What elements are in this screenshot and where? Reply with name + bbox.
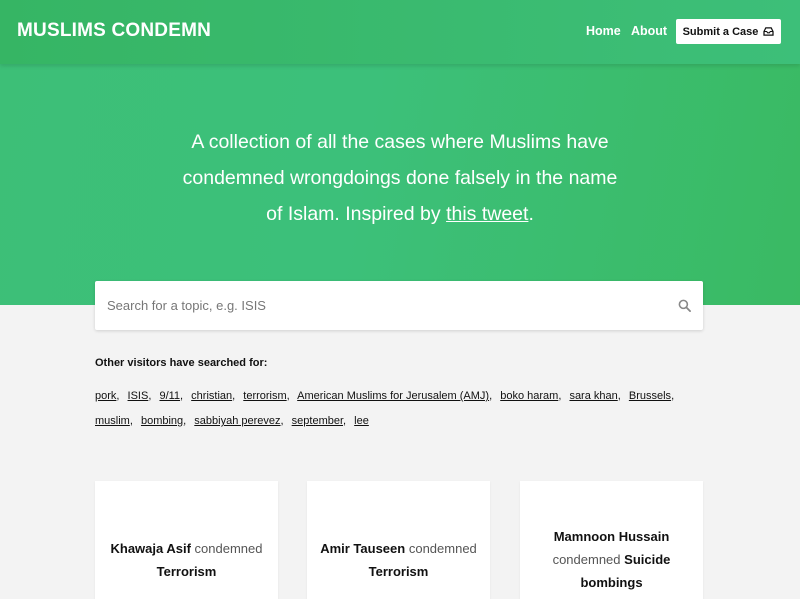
search-tag-link[interactable]: muslim bbox=[95, 415, 130, 427]
search-tag-link[interactable]: sabbiyah perevez bbox=[194, 415, 280, 427]
tag-separator: , bbox=[343, 415, 347, 427]
tag-separator: , bbox=[116, 390, 120, 402]
navbar: MUSLIMS CONDEMN Home About Submit a Case bbox=[0, 0, 800, 64]
brand-logo[interactable]: MUSLIMS CONDEMN bbox=[17, 20, 211, 42]
search-input[interactable] bbox=[95, 281, 655, 330]
tag-separator: , bbox=[232, 390, 236, 402]
tag-separator: , bbox=[183, 415, 187, 427]
search-tag-link[interactable]: september bbox=[292, 415, 343, 427]
case-person: Mamnoon Hussain bbox=[553, 529, 670, 544]
case-card[interactable]: Amir Tauseen condemned Terrorism bbox=[307, 481, 490, 599]
tagline-text: A collection of all the cases where Musl… bbox=[182, 131, 618, 225]
search-tag-link[interactable]: 9/11 bbox=[159, 390, 180, 402]
search-tag-link[interactable]: boko haram bbox=[500, 390, 558, 402]
case-card-content: Khawaja Asif condemned Terrorism bbox=[103, 537, 270, 583]
tag-separator: , bbox=[180, 390, 184, 402]
tag-separator: , bbox=[129, 415, 133, 427]
case-card[interactable]: Mamnoon Hussain condemned Suicide bombin… bbox=[520, 481, 703, 599]
search-tag-link[interactable]: sara khan bbox=[569, 390, 617, 402]
search-tag-link[interactable]: ISIS bbox=[128, 390, 149, 402]
tag-separator: , bbox=[148, 390, 152, 402]
tag-separator: , bbox=[286, 390, 290, 402]
other-searches-label: Other visitors have searched for: bbox=[95, 357, 268, 369]
search-tag-link[interactable]: American Muslims for Jerusalem (AMJ) bbox=[297, 390, 489, 402]
search-box bbox=[95, 281, 703, 330]
case-verb: condemned bbox=[408, 541, 477, 556]
case-topic: Terrorism bbox=[368, 564, 429, 579]
case-person: Amir Tauseen bbox=[320, 541, 406, 556]
search-tag-link[interactable]: Brussels bbox=[629, 390, 671, 402]
submit-case-label: Submit a Case bbox=[682, 25, 759, 38]
tag-separator: , bbox=[558, 390, 562, 402]
search-tag-link[interactable]: pork bbox=[95, 390, 116, 402]
tag-separator: , bbox=[671, 390, 675, 402]
other-searches-tags: pork, ISIS, 9/11, christian, terrorism, … bbox=[95, 384, 715, 434]
search-tag-link[interactable]: christian bbox=[191, 390, 232, 402]
tagline-end: . bbox=[528, 203, 534, 225]
search-icon[interactable] bbox=[678, 299, 691, 312]
tag-separator: , bbox=[617, 390, 621, 402]
case-card[interactable]: Khawaja Asif condemned Terrorism bbox=[95, 481, 278, 599]
case-person: Khawaja Asif bbox=[110, 541, 191, 556]
tag-separator: , bbox=[280, 415, 284, 427]
hero-tagline: A collection of all the cases where Musl… bbox=[180, 124, 620, 232]
case-topic: Terrorism bbox=[156, 564, 217, 579]
tag-separator: , bbox=[489, 390, 493, 402]
case-verb: condemned bbox=[552, 552, 621, 567]
case-card-content: Amir Tauseen condemned Terrorism bbox=[315, 537, 482, 583]
case-verb: condemned bbox=[194, 541, 263, 556]
nav-home-link[interactable]: Home bbox=[586, 24, 621, 38]
submit-case-button[interactable]: Submit a Case bbox=[676, 19, 781, 44]
search-tag-link[interactable]: bombing bbox=[141, 415, 183, 427]
search-tag-link[interactable]: terrorism bbox=[243, 390, 286, 402]
nav-about-link[interactable]: About bbox=[631, 24, 667, 38]
this-tweet-link[interactable]: this tweet bbox=[446, 203, 528, 225]
case-card-content: Mamnoon Hussain condemned Suicide bombin… bbox=[528, 525, 695, 594]
search-tag-link[interactable]: lee bbox=[354, 415, 369, 427]
inbox-icon bbox=[763, 27, 775, 36]
